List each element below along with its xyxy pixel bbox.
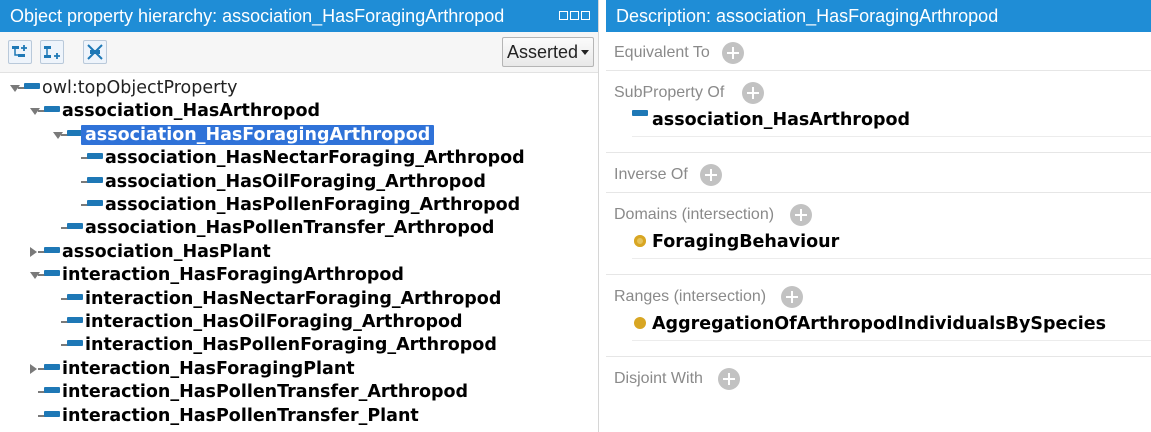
tree-item-label: interaction_HasPollenForaging_Arthropod [85,335,497,356]
class-icon [634,317,646,329]
object-property-icon [44,246,60,253]
entry-underline [632,340,1151,341]
view-controls [559,11,590,20]
delete-property-button[interactable] [83,40,107,64]
property-tree: owl:topObjectProperty association_HasArth… [0,72,598,432]
object-property-icon [44,270,60,277]
tree-item-label: interaction_HasNectarForaging_Arthropod [85,288,502,309]
section-divider [606,356,1151,357]
tree-item-label: interaction_HasForagingArthropod [62,265,404,286]
object-property-icon [67,293,83,300]
tree-item[interactable]: interaction_HasForagingArthropod [0,263,598,287]
tree-item-selected[interactable]: association_HasForagingArthropod [0,123,598,147]
hierarchy-panel-header: Object property hierarchy: association_H… [0,0,598,32]
object-property-icon [24,83,40,89]
tree-item-label: association_HasForagingArthropod [81,124,435,145]
tree-item-label: interaction_HasForagingPlant [62,358,355,379]
delete-property-icon [87,44,103,60]
add-equivalent-to-button[interactable] [722,42,744,64]
tree-item[interactable]: association_HasPollenForaging_Arthropod [0,193,598,217]
hierarchy-panel-title: Object property hierarchy: association_H… [10,6,505,26]
tree-item-label: association_HasOilForaging_Arthropod [105,171,486,192]
object-property-icon [44,387,60,394]
section-label-ranges: Ranges (intersection) [614,288,767,305]
section-label-subproperty-of: SubProperty Of [614,84,725,101]
section-label-inverse-of: Inverse Of [614,166,688,183]
section-divider [606,274,1151,275]
object-property-icon [87,176,103,183]
tree-item[interactable]: association_HasPlant [0,240,598,264]
tree-item[interactable]: interaction_HasForagingPlant [0,357,598,381]
tree-item[interactable]: interaction_HasPollenForaging_Arthropod [0,333,598,357]
object-property-icon [632,110,648,116]
section-label-disjoint-with: Disjoint With [614,370,703,387]
description-entry[interactable]: ForagingBehaviour [652,232,839,252]
object-property-icon [87,153,103,160]
tree-item-label: association_HasNectarForaging_Arthropod [105,148,525,169]
tree-item[interactable]: interaction_HasOilForaging_Arthropod [0,310,598,334]
tree-item[interactable]: interaction_HasNectarForaging_Arthropod [0,287,598,311]
hierarchy-toolbar: Asserted [0,32,598,73]
tree-item-label: association_HasPollenForaging_Arthropod [105,195,521,215]
object-property-icon [67,223,83,230]
view-control-icon-1[interactable] [559,11,568,20]
section-label-equivalent-to: Equivalent To [614,44,710,61]
tree-item[interactable]: association_HasNectarForaging_Arthropod [0,146,598,170]
add-sub-property-button[interactable] [8,40,32,64]
object-property-icon [67,340,83,347]
add-disjoint-with-button[interactable] [718,368,740,390]
tree-item-label: association_HasPlant [62,241,271,262]
section-divider [606,192,1151,193]
add-ranges-button[interactable] [781,286,803,308]
description-panel-header: Description: association_HasForagingArth… [606,0,1151,32]
tree-item-label: association_HasPollenTransfer_Arthropod [85,218,495,239]
add-sibling-property-icon [44,46,60,59]
description-entry[interactable]: AggregationOfArthropodIndividualsBySpeci… [652,314,1106,334]
tree-item[interactable]: association_HasArthropod [0,99,598,123]
object-property-icon [44,106,60,113]
add-domains-button[interactable] [790,204,812,226]
class-icon [634,235,646,247]
tree-item[interactable]: interaction_HasPollenTransfer_Plant [0,404,598,428]
expand-closed-icon[interactable] [30,246,37,257]
add-sub-property-icon [12,45,27,57]
tree-item-label: interaction_HasPollenTransfer_Plant [62,405,419,426]
add-subproperty-of-button[interactable] [742,82,764,104]
object-property-icon [44,410,60,417]
view-control-icon-3[interactable] [581,11,590,20]
hierarchy-mode-dropdown[interactable]: Asserted [502,37,594,67]
tree-item-label: association_HasArthropod [62,101,321,122]
hierarchy-mode-value: Asserted [507,42,579,62]
view-control-icon-2[interactable] [570,11,579,20]
tree-item[interactable]: association_HasOilForaging_Arthropod [0,170,598,194]
tree-item[interactable]: interaction_HasPollenTransfer_Arthropod [0,380,598,404]
section-label-domains: Domains (intersection) [614,206,775,223]
tree-item-label: interaction_HasPollenTransfer_Arthropod [62,382,469,403]
description-panel: Description: association_HasForagingArth… [606,0,1151,432]
object-property-icon [87,200,103,206]
chevron-down-icon [581,50,589,55]
add-sibling-property-button[interactable] [40,40,64,64]
tree-item[interactable]: association_HasPollenTransfer_Arthropod [0,216,598,240]
object-property-hierarchy-panel: Object property hierarchy: association_H… [0,0,599,432]
entry-underline [632,258,1151,259]
section-divider [606,70,1151,71]
add-inverse-of-button[interactable] [700,164,722,186]
tree-item-label: interaction_HasOilForaging_Arthropod [85,312,463,332]
expand-closed-icon[interactable] [30,363,37,374]
section-divider [606,152,1151,153]
entry-underline [632,136,1151,137]
tree-item[interactable]: owl:topObjectProperty [0,76,598,100]
description-entry[interactable]: association_HasArthropod [652,110,910,130]
tree-item-label: owl:topObjectProperty [42,78,238,98]
object-property-icon [44,363,60,370]
object-property-icon [67,317,83,323]
description-panel-title: Description: association_HasForagingArth… [616,6,999,26]
